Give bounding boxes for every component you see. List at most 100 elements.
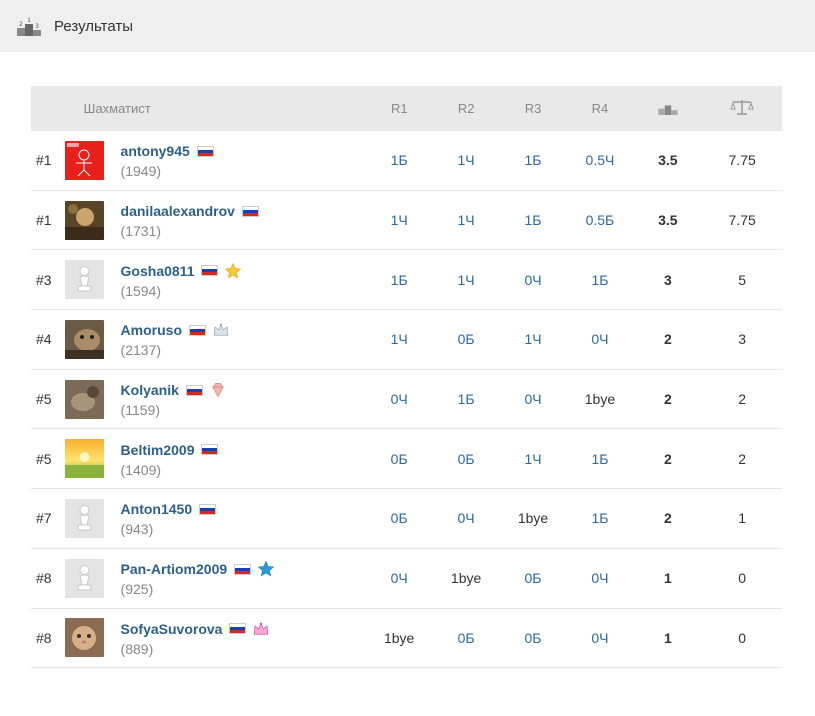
avatar[interactable] <box>64 140 104 180</box>
russia-flag-icon <box>199 503 217 515</box>
player-name-link[interactable]: Pan-Artiom2009 <box>121 561 228 577</box>
round-4-result[interactable]: 0.5Ч <box>566 152 633 168</box>
svg-text:1: 1 <box>27 17 31 24</box>
avatar[interactable] <box>64 558 104 598</box>
round-4-result: 1bye <box>584 391 616 408</box>
table-row: #7 Anton1450 (943) 0Б 0Ч 1bye 1Б 2 1 <box>31 489 782 549</box>
column-tiebreak[interactable] <box>702 98 782 119</box>
player-rating: (1159) <box>120 402 160 419</box>
round-2-result[interactable]: 0Б <box>433 451 500 467</box>
player-points: 2 <box>663 391 672 408</box>
russia-flag-icon <box>229 623 247 635</box>
player-rating: (1731) <box>120 223 162 240</box>
player-name-link[interactable]: Amoruso <box>121 322 182 338</box>
player-name-link[interactable]: SofyaSuvorova <box>121 621 223 637</box>
player-name-link[interactable]: Beltim2009 <box>121 442 195 458</box>
round-4-result[interactable]: 1Б <box>566 510 633 526</box>
round-2-result[interactable]: 1Б <box>433 391 500 407</box>
avatar[interactable] <box>64 319 104 359</box>
round-3-result[interactable]: 1Ч <box>500 331 567 347</box>
round-3-result[interactable]: 1Б <box>500 152 567 168</box>
round-1-result[interactable]: 1Ч <box>366 331 433 347</box>
russia-flag-icon <box>196 145 214 157</box>
player-points: 2 <box>663 510 672 527</box>
player-points: 2 <box>663 331 672 348</box>
avatar[interactable] <box>64 260 104 300</box>
avatar[interactable] <box>64 498 104 538</box>
round-1-result[interactable]: 0Б <box>366 510 433 526</box>
player-rating: (889) <box>120 640 154 657</box>
svg-text:2: 2 <box>19 21 23 28</box>
round-2-result: 1bye <box>450 570 482 587</box>
round-1-result[interactable]: 1Б <box>366 152 433 168</box>
player-rank: #5 <box>36 391 52 408</box>
player-tiebreak: 1 <box>738 510 747 527</box>
round-2-result[interactable]: 1Ч <box>433 272 500 288</box>
avatar[interactable] <box>64 379 104 419</box>
round-3-result[interactable]: 0Б <box>500 570 567 586</box>
table-row: #8 SofyaSuvorova (889) 1bye 0Б 0Б 0Ч 1 0 <box>31 609 782 669</box>
column-r4[interactable]: R4 <box>567 101 634 116</box>
player-rank: #8 <box>36 570 52 587</box>
russia-flag-icon <box>201 265 219 277</box>
russia-flag-icon <box>189 324 206 336</box>
player-rank: #3 <box>36 271 52 288</box>
table-row: #8 Pan-Artiom2009 (925) 0Ч 1bye 0Б 0Ч 1 0 <box>31 549 782 609</box>
column-player[interactable]: Шахматист <box>65 101 366 116</box>
player-cell: Beltim2009 (1409) <box>64 439 366 479</box>
avatar[interactable] <box>64 439 104 479</box>
round-1-result: 1bye <box>383 629 415 646</box>
player-rating: (1409) <box>120 461 162 478</box>
round-4-result[interactable]: 0Ч <box>566 570 633 586</box>
avatar[interactable] <box>64 618 104 658</box>
round-3-result[interactable]: 1Ч <box>500 451 567 467</box>
avatar[interactable] <box>64 200 104 240</box>
round-1-result[interactable]: 0Ч <box>366 570 433 586</box>
round-1-result[interactable]: 0Б <box>366 451 433 467</box>
column-r2[interactable]: R2 <box>433 101 500 116</box>
column-r1[interactable]: R1 <box>366 101 433 116</box>
player-name-link[interactable]: danilaalexandrov <box>121 203 235 219</box>
player-cell: SofyaSuvorova (889) <box>64 618 366 658</box>
star-icon <box>225 262 242 279</box>
player-points: 1 <box>663 629 672 646</box>
round-4-result[interactable]: 0.5Б <box>566 212 633 228</box>
round-4-result[interactable]: 0Ч <box>566 630 633 646</box>
round-4-result[interactable]: 0Ч <box>566 331 633 347</box>
player-name-link[interactable]: antony945 <box>121 143 190 159</box>
player-rank: #1 <box>36 212 52 229</box>
player-cell: Anton1450 (943) <box>64 498 366 538</box>
player-name-link[interactable]: Anton1450 <box>121 501 193 517</box>
column-points[interactable] <box>633 99 702 118</box>
round-3-result[interactable]: 1Б <box>500 212 567 228</box>
round-4-result[interactable]: 1Б <box>566 451 633 467</box>
player-points: 1 <box>663 570 672 587</box>
round-3-result[interactable]: 0Б <box>500 630 567 646</box>
round-1-result[interactable]: 1Ч <box>366 212 433 228</box>
player-points: 3.5 <box>658 152 678 169</box>
player-name-link[interactable]: Gosha0811 <box>121 263 195 279</box>
round-2-result[interactable]: 1Ч <box>433 212 500 228</box>
round-3-result[interactable]: 0Ч <box>500 391 567 407</box>
player-rank: #8 <box>36 629 52 646</box>
round-3-result[interactable]: 0Ч <box>500 272 567 288</box>
column-r3[interactable]: R3 <box>500 101 567 116</box>
star-icon <box>257 560 275 577</box>
round-2-result[interactable]: 0Б <box>433 331 500 347</box>
round-2-result[interactable]: 0Б <box>433 630 500 646</box>
player-tiebreak: 2 <box>738 391 747 408</box>
round-1-result[interactable]: 1Б <box>366 272 433 288</box>
page-title: Результаты <box>54 17 133 35</box>
round-3-result: 1bye <box>517 510 549 527</box>
round-2-result[interactable]: 1Ч <box>433 152 500 168</box>
player-name-link[interactable]: Kolyanik <box>121 382 179 398</box>
player-rating: (925) <box>120 581 154 598</box>
round-1-result[interactable]: 0Ч <box>366 391 433 407</box>
table-row: #1 antony945 (1949) 1Б 1Ч 1Б 0.5Ч 3.5 7.75 <box>31 131 782 191</box>
results-table: Шахматист R1 R2 R3 R4 #1 antony945 (1949) 1… <box>31 86 782 669</box>
player-points: 3.5 <box>658 212 678 229</box>
player-cell: danilaalexandrov (1731) <box>64 200 366 240</box>
round-4-result[interactable]: 1Б <box>566 272 633 288</box>
svg-text:3: 3 <box>35 23 39 30</box>
round-2-result[interactable]: 0Ч <box>433 510 500 526</box>
